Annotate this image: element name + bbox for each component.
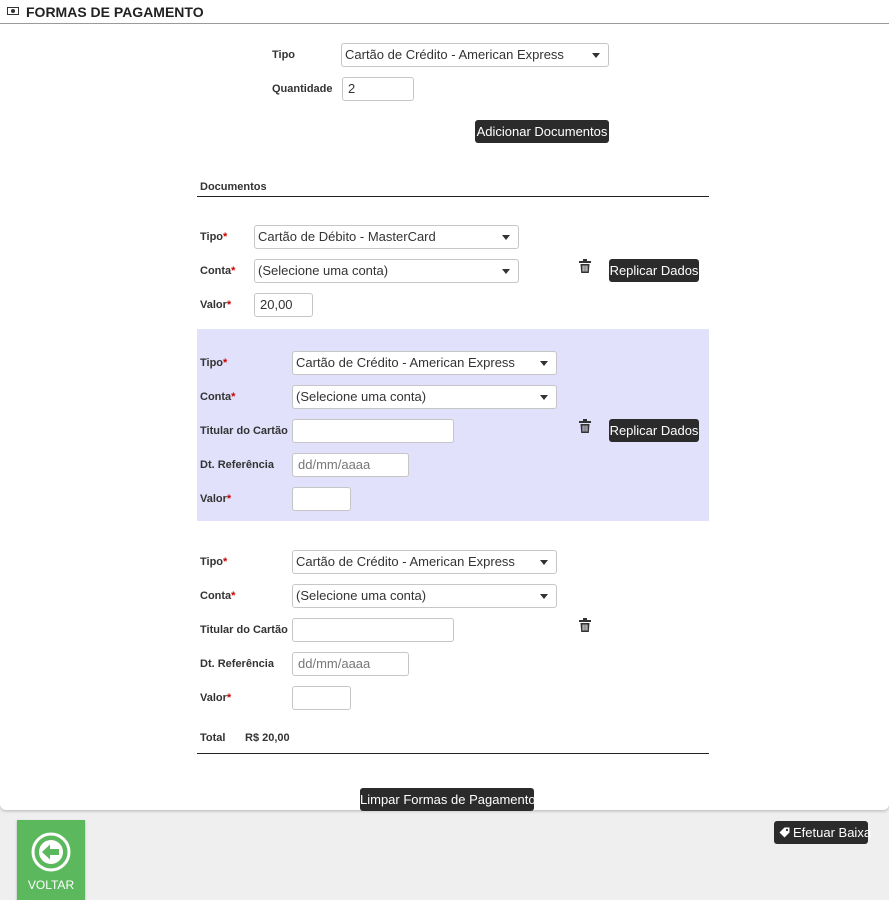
doc1-tipo-value: Cartão de Débito - MasterCard	[258, 229, 436, 244]
chevron-down-icon	[502, 235, 510, 240]
doc1-replicate-button[interactable]: Replicar Dados	[609, 259, 699, 282]
total-label: Total	[200, 732, 226, 744]
doc2-conta-select[interactable]: (Selecione uma conta)	[292, 385, 557, 409]
trash-icon[interactable]	[579, 419, 591, 433]
doc2-conta-value: (Selecione uma conta)	[296, 389, 427, 404]
add-documents-button[interactable]: Adicionar Documentos	[475, 120, 609, 143]
doc1-conta-value: (Selecione uma conta)	[258, 263, 389, 278]
doc3-tipo-value: Cartão de Crédito - American Express	[296, 554, 515, 569]
documents-title: Documentos	[200, 181, 267, 193]
chevron-down-icon	[502, 269, 510, 274]
total-value: R$ 20,00	[245, 732, 290, 744]
tipo-select-value: Cartão de Crédito - American Express	[345, 47, 564, 62]
chevron-down-icon	[592, 53, 600, 58]
doc2-tipo-select[interactable]: Cartão de Crédito - American Express	[292, 351, 557, 375]
quantidade-input[interactable]: 2	[342, 77, 414, 101]
tipo-label: Tipo	[272, 49, 296, 61]
doc2-valor-label: Valor*	[200, 493, 232, 505]
doc1-tipo-select[interactable]: Cartão de Débito - MasterCard	[254, 225, 519, 249]
doc1-valor-input[interactable]: 20,00	[254, 293, 313, 317]
doc2-tipo-value: Cartão de Crédito - American Express	[296, 355, 515, 370]
doc1-conta-label: Conta*	[200, 265, 236, 277]
doc3-conta-label: Conta*	[200, 590, 236, 602]
chevron-down-icon	[540, 395, 548, 400]
efetuar-baixa-button[interactable]: Efetuar Baixa	[774, 821, 872, 844]
voltar-label: VOLTAR	[27, 878, 75, 892]
doc3-titular-input[interactable]	[292, 618, 454, 642]
doc2-replicate-button[interactable]: Replicar Dados	[609, 419, 699, 442]
chevron-down-icon	[540, 560, 548, 565]
doc2-titular-input[interactable]	[292, 419, 454, 443]
doc3-conta-value: (Selecione uma conta)	[296, 588, 427, 603]
chevron-down-icon	[540, 594, 548, 599]
doc3-dt-label: Dt. Referência	[200, 658, 274, 670]
doc2-dt-input[interactable]: dd/mm/aaaa	[292, 453, 409, 477]
tag-icon	[779, 827, 790, 838]
doc3-tipo-select[interactable]: Cartão de Crédito - American Express	[292, 550, 557, 574]
efetuar-baixa-label: Efetuar Baixa	[793, 825, 872, 840]
doc3-titular-label: Titular do Cartão	[200, 624, 288, 636]
doc3-valor-input[interactable]	[292, 686, 351, 710]
doc2-valor-input[interactable]	[292, 487, 351, 511]
page-header: FORMAS DE PAGAMENTO	[0, 0, 889, 24]
doc2-tipo-label: Tipo*	[200, 357, 228, 369]
doc3-tipo-label: Tipo*	[200, 556, 228, 568]
chevron-down-icon	[540, 361, 548, 366]
doc3-dt-input[interactable]: dd/mm/aaaa	[292, 652, 409, 676]
doc2-conta-label: Conta*	[200, 391, 236, 403]
trash-icon[interactable]	[579, 259, 591, 273]
clear-payment-methods-button[interactable]: Limpar Formas de Pagamento	[360, 788, 536, 811]
doc1-valor-label: Valor*	[200, 299, 232, 311]
divider	[197, 753, 709, 754]
doc1-tipo-label: Tipo*	[200, 231, 228, 243]
doc3-valor-label: Valor*	[200, 692, 232, 704]
doc3-conta-select[interactable]: (Selecione uma conta)	[292, 584, 557, 608]
voltar-button[interactable]: VOLTAR	[17, 820, 85, 900]
main-panel: FORMAS DE PAGAMENTO Tipo Cartão de Crédi…	[0, 0, 889, 811]
tipo-select[interactable]: Cartão de Crédito - American Express	[341, 43, 609, 67]
quantidade-label: Quantidade	[272, 83, 333, 95]
doc1-conta-select[interactable]: (Selecione uma conta)	[254, 259, 519, 283]
divider	[197, 196, 709, 197]
doc2-titular-label: Titular do Cartão	[200, 425, 288, 437]
money-icon	[7, 7, 19, 15]
arrow-left-circle-icon	[31, 832, 71, 872]
doc2-dt-label: Dt. Referência	[200, 459, 274, 471]
trash-icon[interactable]	[579, 618, 591, 632]
page-title: FORMAS DE PAGAMENTO	[26, 4, 204, 20]
